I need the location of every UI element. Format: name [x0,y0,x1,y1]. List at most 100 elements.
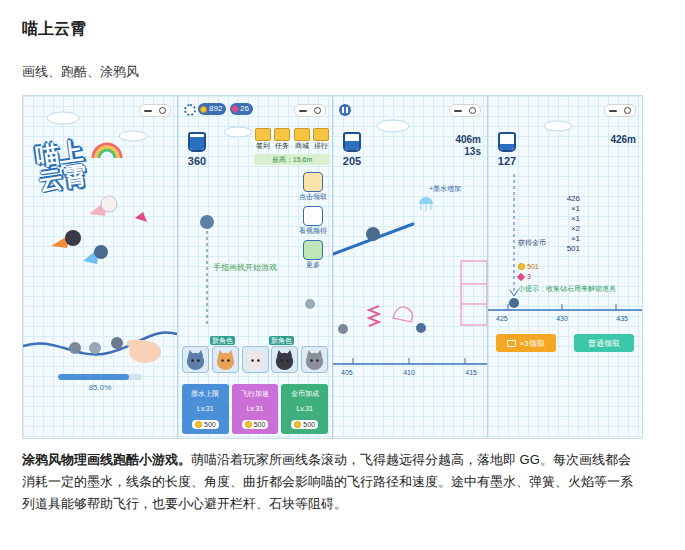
cat-option[interactable]: 新角色 [212,346,239,373]
start-guide-line [206,231,207,324]
side-button-icon [303,206,323,226]
diamond-icon [231,105,239,113]
article-title: 喵上云霄 [22,18,663,40]
menu-item-icon [313,128,329,141]
upgrade-card[interactable]: 飞行加速Lv.31500 [232,384,279,434]
cat-option[interactable] [301,346,328,373]
side-button-icon [303,172,323,192]
diamond-icon [517,272,525,280]
diamond-counter: 26 [230,103,253,115]
menu-item-icon [255,128,271,141]
ink-amount: 205 [343,155,361,167]
article-tags: 画线、跑酷、涂鸦风 [22,62,663,82]
reward-label: 获得金币 [518,238,546,248]
cat-option[interactable] [242,346,269,373]
menu-item[interactable]: 签到 [254,128,272,150]
side-button-icon [303,240,323,260]
score-calculation: 426×1×1×2×1501 [550,194,580,254]
menu-item[interactable]: 排行 [312,128,330,150]
distance-readout: 426m [610,134,636,146]
ink-bottle-icon [498,132,516,152]
settings-gear-icon[interactable] [184,104,196,116]
loading-reading: 85.0% [58,383,142,392]
tip-text: 小提示：收集钻石用来解锁道具 [518,284,616,294]
rainbow-icon [93,144,121,158]
ink-meter: 127 [492,132,522,167]
screenshot-strip: 喵上云霄 85.0% 892 26 360 签到任务商城排行最高：15.6m 点击领取看视频… [22,95,643,439]
ink-amount: 127 [498,155,516,167]
ink-bottle-icon [188,132,206,152]
spring-icon [369,306,379,326]
cat-ball-icon [200,215,214,229]
article-body: 涂鸦风物理画线跑酷小游戏。萌喵沿着玩家所画线条滚动，飞得越远得分越高，落地即 G… [22,449,643,515]
ink-meter: 205 [337,132,367,167]
cat-face-icon [272,347,297,372]
ink-meter: 360 [182,132,212,167]
new-badge: 新角色 [210,336,235,345]
menu-item[interactable]: 商城 [293,128,311,150]
building-icon [461,261,487,325]
distance-axis [333,358,487,364]
mini-program-capsule-icon[interactable] [449,104,481,117]
cloud-icon [224,127,252,137]
coin-icon [200,106,207,113]
coin-counter: 892 [198,103,226,115]
flying-cat-icon [51,196,147,264]
pickup-text: +墨水增加 [429,184,461,194]
dog-sketch-icon [393,307,412,322]
pause-button[interactable] [339,104,351,116]
claim-button[interactable]: ×3领取 [496,334,556,352]
axis-labels: 425430435 [496,315,628,322]
coin-icon [195,421,202,428]
side-button[interactable]: 看视频得 [296,206,330,235]
loading-fill [58,374,129,380]
side-buttons: 点击领取看视频得更多 [296,172,330,269]
cat-ball-icon [366,227,380,241]
claim-button[interactable]: 普通领取 [574,334,634,352]
cloud-icon [544,121,572,131]
title-screen: 喵上云霄 85.0% [23,96,177,438]
start-hint: 手指画线开始游戏 [213,262,277,273]
cat-face-icon [183,347,208,372]
mini-program-capsule-icon[interactable] [604,104,636,117]
cat-face-icon [302,347,327,372]
ball-icon [338,324,348,334]
cat-option[interactable] [182,346,209,373]
ball-icon [305,299,315,309]
game-logo: 喵上云霄 [34,136,96,194]
arrow-icon [510,290,518,296]
coin-icon [245,421,252,428]
best-distance: 最高：15.6m [254,154,330,165]
upgrade-card[interactable]: 金币加成Lv.31500 [281,384,328,434]
cat-ball-icon [509,298,519,308]
cat-selector: 新角色 新角色 [182,346,328,373]
side-button[interactable]: 更多 [296,240,330,269]
coin-icon [294,421,301,428]
cat-face-icon [243,347,268,372]
ball-icon [416,323,426,333]
cat-face-icon [213,347,238,372]
upgrade-cards: 墨水上限Lv.31500飞行加速Lv.31500金币加成Lv.31500 [182,384,328,434]
reward-coins: 501 [518,263,539,270]
jellyfish-icon [419,197,433,211]
menu-item-icon [294,128,310,141]
cloud-icon [47,112,147,141]
ink-amount: 360 [188,155,206,167]
result-screen: 127 426m 426×1×1×2×1501 获得金币 501 3 小提示：收集钻石用来解… [488,96,642,438]
mini-program-capsule-icon[interactable] [294,104,326,117]
menu-screen: 892 26 360 签到任务商城排行最高：15.6m 点击领取看视频得更多手指画线开始… [178,96,332,438]
side-button[interactable]: 点击领取 [296,172,330,201]
distance-readout: 406m13s [455,134,481,158]
menu-item[interactable]: 任务 [273,128,291,150]
drawn-line [333,224,413,254]
axis-labels: 405410415 [341,369,477,376]
reward-diamonds: 3 [518,273,531,280]
cat-ball-icon [69,337,123,354]
upgrade-card[interactable]: 墨水上限Lv.31500 [182,384,229,434]
cloud-icon [377,120,409,132]
mini-program-capsule-icon[interactable] [139,104,171,117]
article-page: 喵上云霄画线、跑酷、涂鸦风喵上云霄85.0%89226360签到任务商城排行最高… [0,0,685,550]
cat-option[interactable]: 新角色 [271,346,298,373]
result-buttons: ×3领取 普通领取 [496,334,634,352]
loading-bar [58,374,142,380]
